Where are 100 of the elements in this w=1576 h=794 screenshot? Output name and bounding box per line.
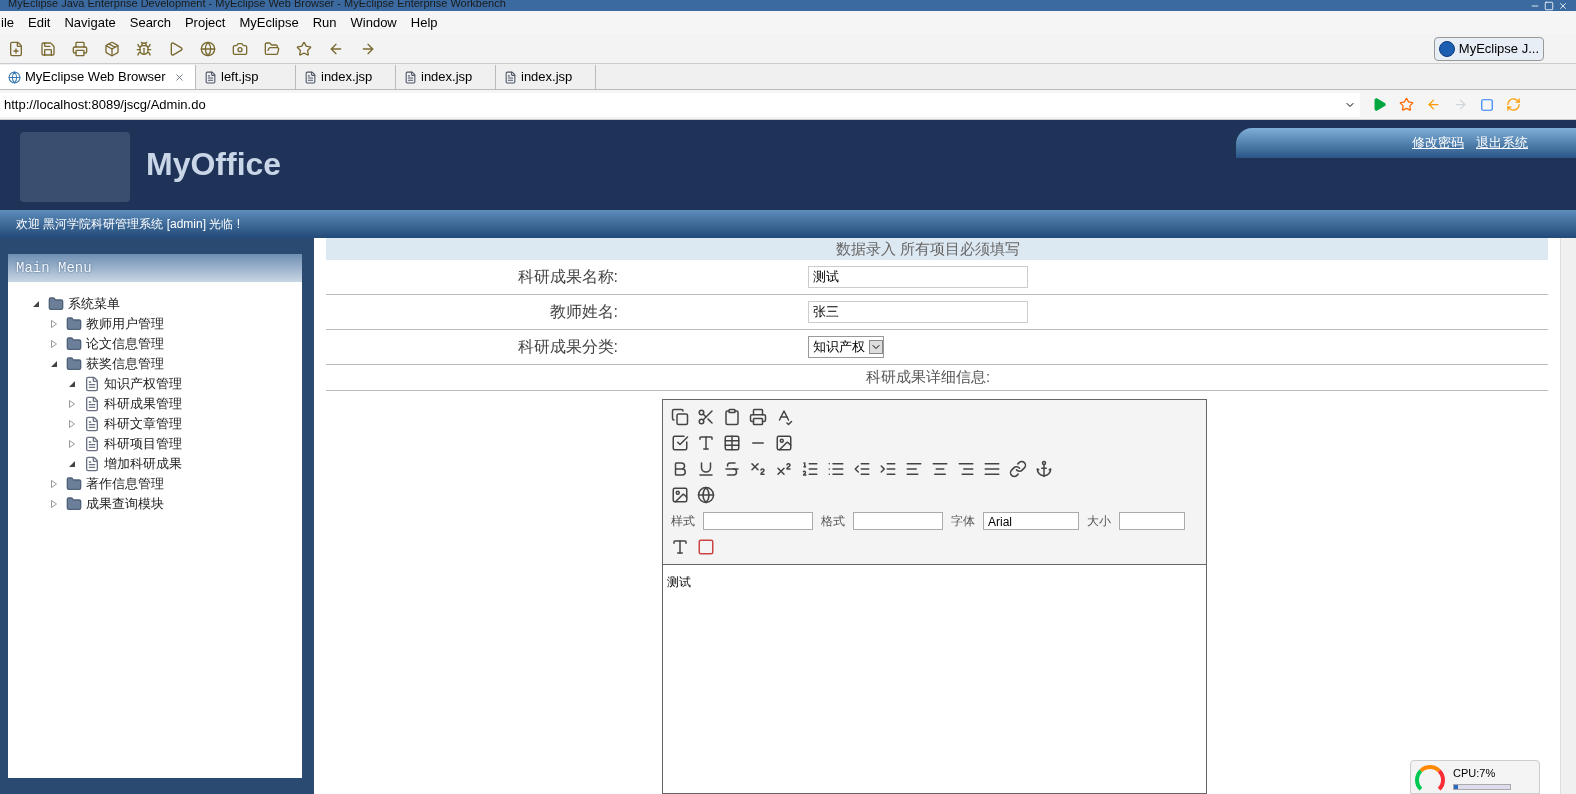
new-file-icon[interactable]: [8, 40, 24, 57]
menu-item[interactable]: Navigate: [63, 12, 117, 33]
header-link[interactable]: 退出系统: [1476, 133, 1528, 153]
align-right-icon[interactable]: [957, 460, 975, 478]
style-label: 样式: [671, 513, 695, 530]
numbered-list-icon[interactable]: [801, 460, 819, 478]
save-icon[interactable]: [40, 40, 56, 57]
field-label: 教师姓名:: [548, 302, 618, 322]
print-icon[interactable]: [749, 408, 767, 426]
globe-icon[interactable]: [200, 40, 216, 57]
folder-icon: [66, 496, 82, 512]
tree-item[interactable]: 增加科研成果: [104, 454, 182, 474]
logo-text: MyOffice: [146, 145, 282, 184]
tree-item[interactable]: 教师用户管理: [86, 314, 164, 334]
camera-icon[interactable]: [232, 40, 248, 57]
menu-item[interactable]: Search: [128, 12, 172, 33]
text-color-icon[interactable]: [671, 538, 689, 556]
expander-icon[interactable]: [32, 300, 40, 308]
jsp-file-icon: [504, 70, 517, 84]
close-icon[interactable]: [1558, 0, 1568, 11]
window-title: MyEclipse Java Enterprise Development - MyEclipse Web Browser - MyEclipse Enterprise Workbench: [8, 0, 506, 9]
folder-icon: [66, 316, 82, 332]
justify-icon[interactable]: [983, 460, 1001, 478]
image-icon[interactable]: [671, 486, 689, 504]
page-icon: [84, 396, 100, 412]
tree-item[interactable]: 论文信息管理: [86, 334, 164, 354]
page-icon: [84, 436, 100, 452]
jsp-file-icon: [304, 70, 317, 84]
strikethrough-icon[interactable]: [723, 460, 741, 478]
close-tab-icon[interactable]: [173, 71, 185, 83]
address-field[interactable]: http://localhost:8089/jscg/Admin.do: [0, 92, 1360, 117]
font-select[interactable]: Arial: [983, 512, 1079, 530]
tree-item[interactable]: 成果查询模块: [86, 494, 164, 514]
folder-icon[interactable]: [264, 40, 280, 57]
go-icon[interactable]: [1372, 97, 1387, 112]
checkbox-icon[interactable]: [671, 434, 689, 452]
folder-icon: [66, 336, 82, 352]
scrollbar[interactable]: [1560, 238, 1576, 794]
copy-icon[interactable]: [671, 408, 689, 426]
globe-icon: [8, 70, 21, 84]
menu-item[interactable]: Window: [349, 12, 398, 33]
form-title: 数据录入 所有项目必须填写: [836, 238, 1021, 259]
outdent-icon[interactable]: [853, 460, 871, 478]
maximize-icon[interactable]: [1544, 0, 1554, 11]
text-input-field[interactable]: 张三: [808, 301, 1028, 323]
star-icon[interactable]: [296, 40, 312, 57]
welcome-text: 欢迎 黑河学院科研管理系统 [admin] 光临 !: [16, 216, 241, 233]
paste-icon[interactable]: [723, 408, 741, 426]
jsp-file-icon: [204, 70, 217, 84]
font-label: 字体: [951, 513, 975, 530]
bullet-list-icon[interactable]: [827, 460, 845, 478]
subscript-icon[interactable]: [749, 460, 767, 478]
table-icon[interactable]: [723, 434, 741, 452]
stop-icon[interactable]: [1480, 97, 1494, 112]
folder-icon: [66, 476, 82, 492]
align-center-icon[interactable]: [931, 460, 949, 478]
menu-item[interactable]: Project: [183, 12, 227, 33]
menu-title: Main Menu: [16, 258, 92, 278]
tree-item[interactable]: 知识产权管理: [104, 374, 182, 394]
star-icon[interactable]: [1399, 97, 1414, 112]
detail-label: 科研成果详细信息:: [866, 367, 991, 388]
superscript-icon[interactable]: [775, 460, 793, 478]
header-link[interactable]: 修改密码: [1412, 133, 1464, 153]
dropdown-caret-icon[interactable]: [869, 340, 883, 354]
editor-tab[interactable]: MyEclipse Web Browser: [0, 65, 196, 89]
jsp-file-icon: [404, 70, 417, 84]
menu-item[interactable]: Edit: [27, 12, 52, 33]
format-label: 格式: [821, 513, 845, 530]
cpu-reading: CPU:7%: [1453, 766, 1497, 781]
category-select[interactable]: 知识产权: [808, 336, 884, 358]
indent-icon[interactable]: [879, 460, 897, 478]
tree-item[interactable]: 著作信息管理: [86, 474, 164, 494]
field-label: 科研成果分类:: [516, 337, 618, 357]
debug-icon[interactable]: [136, 40, 152, 57]
package-icon[interactable]: [104, 40, 120, 57]
align-left-icon[interactable]: [905, 460, 923, 478]
link-icon[interactable]: [1009, 460, 1027, 478]
run-icon[interactable]: [168, 40, 184, 57]
menu-item[interactable]: Help: [409, 12, 439, 33]
page-icon: [84, 416, 100, 432]
tree-item[interactable]: 科研成果管理: [104, 394, 182, 414]
underline-icon[interactable]: [697, 460, 715, 478]
editor-content[interactable]: 测试: [667, 575, 691, 589]
menu-item[interactable]: ile: [0, 12, 15, 33]
tree-item[interactable]: 科研文章管理: [104, 414, 182, 434]
text-input-field[interactable]: 测试: [808, 266, 1028, 288]
folder-icon: [66, 356, 82, 372]
expander-icon[interactable]: [68, 460, 76, 468]
tree-item[interactable]: 系统菜单: [68, 294, 120, 314]
expander-icon[interactable]: [50, 360, 58, 368]
menu-item[interactable]: MyEclipse: [238, 12, 300, 33]
print-icon[interactable]: [72, 40, 88, 57]
tree-item[interactable]: 科研项目管理: [104, 434, 182, 454]
image-icon[interactable]: [775, 434, 793, 452]
cut-icon[interactable]: [697, 408, 715, 426]
expander-icon[interactable]: [68, 380, 76, 388]
menu-item[interactable]: Run: [311, 12, 338, 33]
tree-item[interactable]: 获奖信息管理: [86, 354, 164, 374]
size-label: 大小: [1087, 513, 1111, 530]
anchor-icon[interactable]: [1035, 460, 1053, 478]
